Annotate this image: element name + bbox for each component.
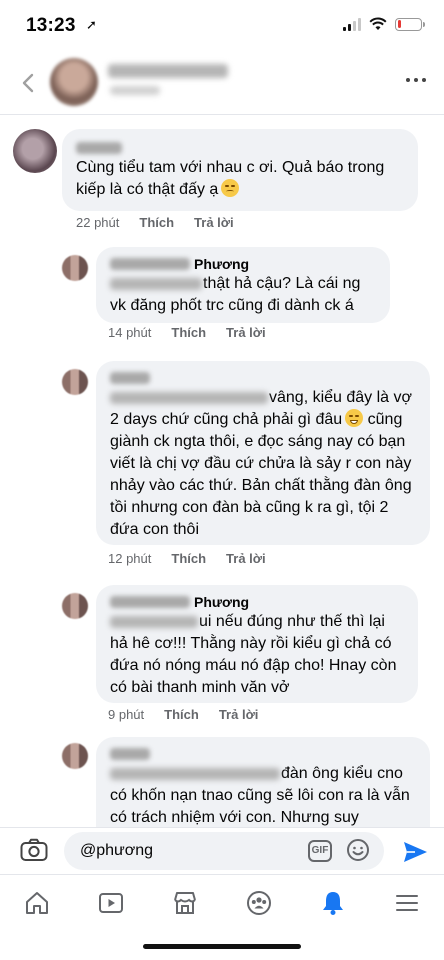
status-bar: 13:23 ➚ [0,0,444,52]
grinning-sweat-face-icon [345,409,364,427]
author-avatar[interactable] [50,58,98,106]
reply-bubble[interactable]: Phương thật hả cậu? Là cái ng vk đăng ph… [96,247,390,323]
tab-marketplace[interactable] [148,875,222,931]
status-time: 13:23 [26,15,76,36]
post-header [0,52,444,114]
reply-item: Phương ui nếu đúng như thế thì lại hả hê… [0,583,444,733]
replier-avatar[interactable] [62,743,88,769]
author-name-redacted[interactable] [108,64,228,78]
comment-actions: 22 phút Thích Trả lời [76,215,234,230]
location-arrow-icon: ➚ [86,17,97,32]
comment-bubble[interactable]: Cùng tiểu tam với nhau c ơi. Quả báo tro… [62,129,418,211]
replier-name-redacted[interactable] [110,596,190,608]
reply-item: vâng, kiểu đây là vợ 2 days chứ cũng chả… [0,359,444,579]
replier-avatar[interactable] [62,593,88,619]
replier-name-redacted[interactable] [110,748,150,760]
mention-redacted[interactable] [110,391,268,404]
like-button[interactable]: Thích [171,551,206,566]
chevron-left-icon[interactable] [18,72,40,94]
post-time-redacted [110,86,160,95]
send-icon[interactable] [402,840,428,864]
battery-level [397,20,401,28]
commenter-avatar[interactable] [13,129,57,173]
reply-time: 12 phút [108,551,152,566]
tab-notifications[interactable] [296,875,370,931]
smile-icon[interactable] [346,838,370,862]
pensive-face-icon [221,179,240,197]
replier-avatar[interactable] [62,369,88,395]
mention-redacted[interactable] [110,277,202,290]
reply-actions: 9 phút Thích Trả lời [108,707,258,722]
bell-icon [323,892,343,915]
reply-text-continued: cũng giành ck ngta thôi, e đọc sáng nay … [110,411,412,538]
groups-icon [247,891,271,915]
tab-watch[interactable] [74,875,148,931]
gif-icon[interactable]: GIF [308,840,332,862]
reply-button[interactable]: Trả lời [194,215,234,230]
mention-redacted[interactable] [110,767,280,780]
replier-name[interactable]: Phương [194,594,249,610]
comment-input-value: @phương [80,842,154,859]
battery-icon [395,17,425,31]
comment-item: Cùng tiểu tam với nhau c ơi. Quả báo tro… [0,115,444,235]
like-button[interactable]: Thích [171,325,206,340]
replier-name[interactable]: Phương [194,256,249,272]
reply-bubble[interactable]: đàn ông kiểu cno có khốn nạn tnao cũng s… [96,737,430,827]
reply-bubble[interactable]: Phương ui nếu đúng như thế thì lại hả hê… [96,585,418,703]
reply-bubble[interactable]: vâng, kiểu đây là vợ 2 days chứ cũng chả… [96,361,430,545]
comment-thread: Cùng tiểu tam với nhau c ơi. Quả báo tro… [0,115,444,827]
bottom-navigation [0,874,444,930]
tab-menu[interactable] [370,875,444,931]
reply-time: 14 phút [108,325,152,340]
reply-button[interactable]: Trả lời [226,551,266,566]
mention-redacted[interactable] [110,615,198,628]
home-indicator[interactable] [143,944,301,949]
video-play-icon [99,893,123,913]
like-button[interactable]: Thích [164,707,199,722]
reply-actions: 14 phút Thích Trả lời [108,325,266,340]
reply-time: 9 phút [108,707,145,722]
replier-avatar[interactable] [62,255,88,281]
wifi-icon [369,17,387,30]
comment-time: 22 phút [76,215,120,230]
reply-button[interactable]: Trả lời [226,325,266,340]
comment-input[interactable]: @phương GIF [64,832,384,870]
more-horizontal-icon[interactable] [406,78,426,82]
tab-groups[interactable] [222,875,296,931]
status-icons [343,17,425,31]
comment-composer: @phương GIF [0,827,444,874]
tab-home[interactable] [0,875,74,931]
replier-name-redacted[interactable] [110,372,150,384]
commenter-name-redacted[interactable] [76,139,404,157]
reply-item: Phương thật hả cậu? Là cái ng vk đăng ph… [0,245,444,345]
home-icon [26,892,48,914]
reply-button[interactable]: Trả lời [219,707,259,722]
camera-icon[interactable] [20,838,48,862]
cellular-signal-icon [343,17,361,31]
reply-actions: 12 phút Thích Trả lời [108,551,266,566]
replier-name-redacted[interactable] [110,258,190,270]
reply-item: đàn ông kiểu cno có khốn nạn tnao cũng s… [0,733,444,827]
shop-icon [174,892,196,914]
menu-icon [396,895,418,911]
like-button[interactable]: Thích [139,215,174,230]
